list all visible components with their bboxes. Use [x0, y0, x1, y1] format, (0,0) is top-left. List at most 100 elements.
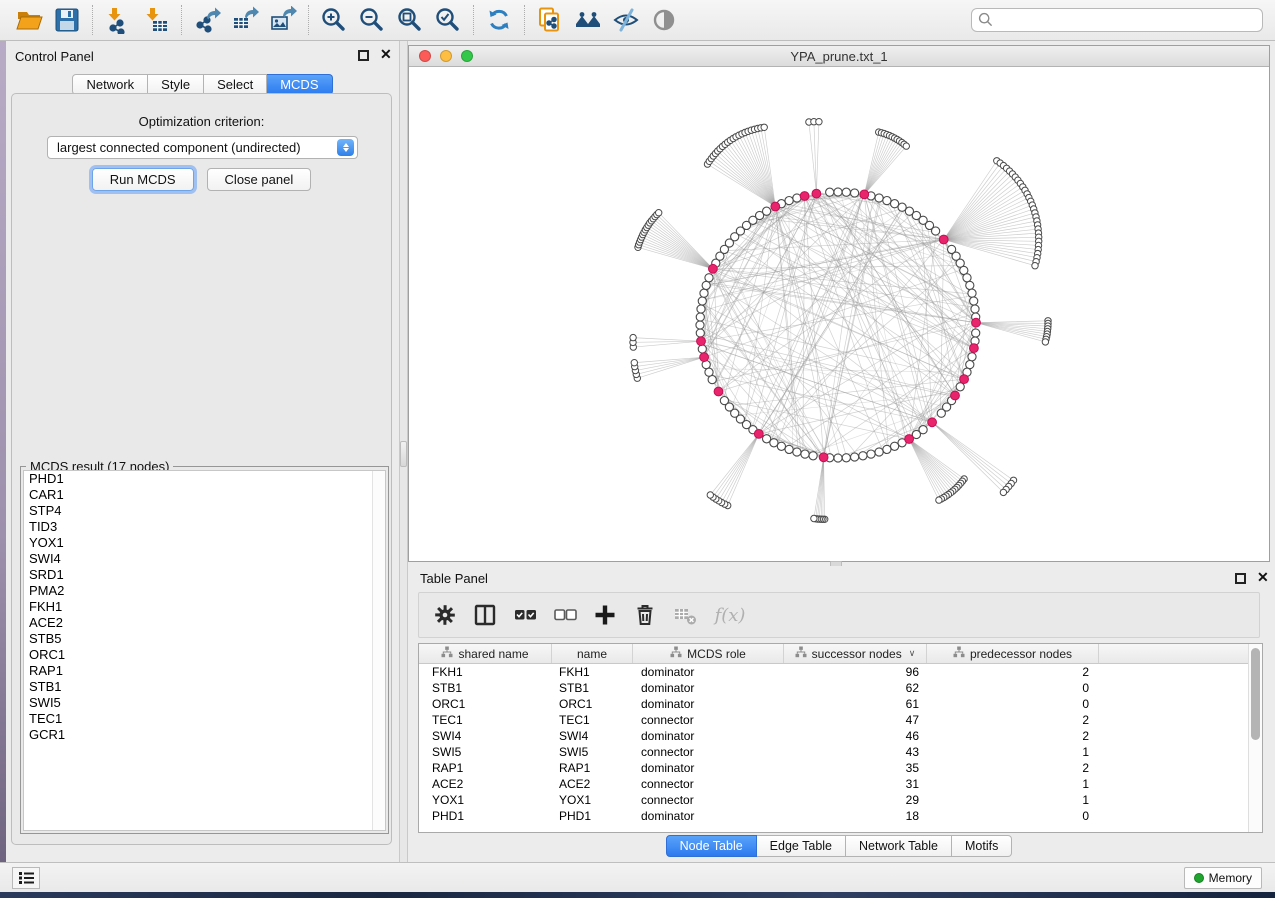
network-node[interactable]: [883, 445, 891, 453]
zoom-selected-icon[interactable]: [429, 3, 467, 37]
table-row[interactable]: FKH1FKH1dominator962: [419, 664, 1248, 680]
network-node[interactable]: [966, 361, 974, 369]
network-node[interactable]: [785, 445, 793, 453]
table-row[interactable]: SWI4SWI4dominator462: [419, 728, 1248, 744]
network-node[interactable]: [777, 442, 785, 450]
deselect-all-columns-icon[interactable]: [551, 600, 578, 630]
share-document-icon[interactable]: [531, 3, 569, 37]
vertical-splitter[interactable]: [399, 41, 408, 862]
binoculars-icon[interactable]: [569, 3, 607, 37]
network-node[interactable]: [891, 200, 899, 208]
mcds-result-item[interactable]: STP4: [24, 503, 385, 519]
table-row[interactable]: SWI5SWI5connector431: [419, 744, 1248, 760]
network-leaf-node[interactable]: [1032, 263, 1038, 269]
network-leaf-node[interactable]: [707, 492, 713, 498]
run-mcds-button[interactable]: Run MCDS: [92, 168, 194, 191]
mcds-hub-node[interactable]: [939, 235, 948, 244]
network-node[interactable]: [968, 289, 976, 297]
network-node[interactable]: [842, 188, 850, 196]
network-node[interactable]: [883, 197, 891, 205]
network-node[interactable]: [698, 297, 706, 305]
float-table-panel-icon[interactable]: [1235, 573, 1246, 584]
network-node[interactable]: [809, 452, 817, 460]
column-header-MCDS-role[interactable]: MCDS role: [633, 644, 784, 663]
mcds-result-item[interactable]: ORC1: [24, 647, 385, 663]
mcds-result-item[interactable]: RAP1: [24, 663, 385, 679]
network-node[interactable]: [696, 313, 704, 321]
network-node[interactable]: [966, 281, 974, 289]
open-file-icon[interactable]: [10, 3, 48, 37]
column-header-shared-name[interactable]: shared name: [419, 644, 552, 663]
tab-edge-table[interactable]: Edge Table: [757, 835, 846, 857]
network-node[interactable]: [801, 450, 809, 458]
zoom-out-icon[interactable]: [353, 3, 391, 37]
network-node[interactable]: [793, 448, 801, 456]
table-scrollbar-thumb[interactable]: [1251, 648, 1260, 740]
mcds-result-item[interactable]: GCR1: [24, 727, 385, 743]
network-node[interactable]: [851, 189, 859, 197]
export-image-icon[interactable]: [264, 3, 302, 37]
close-table-panel-icon[interactable]: ✕: [1257, 570, 1269, 584]
network-leaf-node[interactable]: [1042, 339, 1048, 345]
search-input[interactable]: [971, 8, 1263, 32]
network-node[interactable]: [971, 305, 979, 313]
delete-column-icon[interactable]: [631, 600, 658, 630]
network-node[interactable]: [705, 368, 713, 376]
network-leaf-node[interactable]: [761, 124, 767, 130]
mcds-result-item[interactable]: FKH1: [24, 599, 385, 615]
network-node[interactable]: [932, 227, 940, 235]
zoom-in-icon[interactable]: [315, 3, 353, 37]
import-table-icon[interactable]: [137, 3, 175, 37]
network-node[interactable]: [696, 329, 704, 337]
mcds-result-item[interactable]: SWI5: [24, 695, 385, 711]
mcds-hub-node[interactable]: [960, 375, 969, 384]
column-header-name[interactable]: name: [552, 644, 633, 663]
network-node[interactable]: [700, 289, 708, 297]
network-node[interactable]: [968, 353, 976, 361]
network-leaf-node[interactable]: [1000, 489, 1006, 495]
network-node[interactable]: [859, 452, 867, 460]
network-node[interactable]: [702, 281, 710, 289]
mcds-result-item[interactable]: ACE2: [24, 615, 385, 631]
network-node[interactable]: [875, 194, 883, 202]
table-row[interactable]: PHD1PHD1dominator180: [419, 808, 1248, 824]
tab-mcds[interactable]: MCDS: [267, 74, 332, 95]
network-node[interactable]: [937, 409, 945, 417]
mcds-hub-node[interactable]: [819, 453, 828, 462]
mcds-result-item[interactable]: STB5: [24, 631, 385, 647]
column-layout-icon[interactable]: [471, 600, 498, 630]
mcds-hub-node[interactable]: [697, 337, 706, 346]
mcds-result-item[interactable]: TEC1: [24, 711, 385, 727]
tab-network[interactable]: Network: [72, 74, 148, 95]
network-node[interactable]: [891, 442, 899, 450]
mcds-hub-node[interactable]: [709, 264, 718, 273]
export-network-icon[interactable]: [188, 3, 226, 37]
mcds-hub-node[interactable]: [905, 435, 914, 444]
table-settings-icon[interactable]: [431, 600, 458, 630]
network-canvas[interactable]: [409, 67, 1269, 561]
select-all-columns-icon[interactable]: [511, 600, 538, 630]
mcds-result-item[interactable]: CAR1: [24, 487, 385, 503]
tab-node-table[interactable]: Node Table: [666, 835, 757, 857]
column-header-successor-nodes[interactable]: successor nodes∨: [784, 644, 927, 663]
network-node[interactable]: [834, 454, 842, 462]
mcds-result-item[interactable]: PHD1: [24, 471, 385, 487]
mcds-hub-node[interactable]: [700, 353, 709, 362]
network-node[interactable]: [834, 188, 842, 196]
network-node[interactable]: [956, 383, 964, 391]
network-node[interactable]: [763, 207, 771, 215]
network-leaf-node[interactable]: [630, 334, 636, 340]
mcds-result-item[interactable]: STB1: [24, 679, 385, 695]
close-panel-icon[interactable]: ✕: [380, 47, 392, 61]
network-leaf-node[interactable]: [903, 143, 909, 149]
optimization-criterion-select[interactable]: largest connected component (undirected): [47, 136, 358, 159]
network-node[interactable]: [696, 321, 704, 329]
mcds-hub-node[interactable]: [951, 391, 960, 400]
mcds-hub-node[interactable]: [970, 344, 979, 353]
network-node[interactable]: [698, 345, 706, 353]
table-row[interactable]: STB1STB1dominator620: [419, 680, 1248, 696]
network-node[interactable]: [875, 448, 883, 456]
network-node[interactable]: [963, 274, 971, 282]
mcds-result-item[interactable]: PMA2: [24, 583, 385, 599]
task-history-button[interactable]: [12, 867, 40, 889]
